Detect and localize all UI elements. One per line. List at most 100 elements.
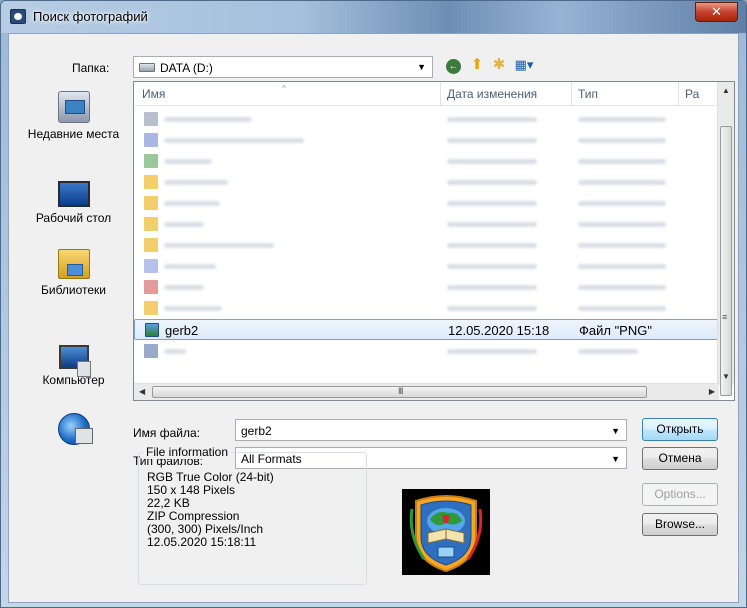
chevron-down-icon[interactable]: ▼ [611, 454, 620, 464]
blurred-text [447, 159, 537, 164]
column-size[interactable]: Ра [685, 87, 699, 101]
blurred-text [164, 159, 212, 164]
file-name-input[interactable]: gerb2 ▼ [235, 419, 627, 441]
file-icon [144, 344, 158, 358]
drive-icon [139, 63, 155, 72]
chevron-down-icon[interactable]: ▼ [611, 426, 620, 436]
horizontal-scroll-thumb[interactable]: III [152, 386, 647, 398]
blurred-text [164, 180, 228, 185]
horizontal-scrollbar[interactable]: ◀ III ▶ [134, 383, 719, 400]
list-item[interactable] [134, 214, 719, 235]
blurred-text [164, 201, 220, 206]
vertical-scroll-thumb[interactable] [720, 126, 732, 396]
list-item[interactable] [134, 298, 719, 319]
list-item[interactable] [134, 130, 719, 151]
blurred-text [164, 349, 186, 354]
blurred-text [164, 243, 274, 248]
list-item[interactable] [134, 256, 719, 277]
places-bar: Недавние места Рабочий стол Библиотеки К… [19, 83, 128, 445]
blurred-text [578, 285, 666, 290]
column-divider[interactable] [571, 82, 572, 106]
blurred-text [447, 306, 537, 311]
blurred-text [578, 159, 666, 164]
grip-icon: III [398, 386, 403, 396]
blurred-text [164, 264, 216, 269]
list-item[interactable] [134, 172, 719, 193]
column-type[interactable]: Тип [578, 87, 598, 101]
blurred-text [578, 180, 666, 185]
cancel-button[interactable]: Отмена [642, 447, 718, 470]
png-file-icon [145, 323, 159, 337]
blurred-text [447, 180, 537, 185]
file-list[interactable]: Имя ^ Дата изменения Тип Ра gerb2 12.05.… [133, 81, 735, 401]
list-item[interactable] [134, 277, 719, 298]
file-type: Файл "PNG" [579, 323, 652, 338]
libraries-icon [57, 249, 90, 279]
folder-icon [144, 175, 158, 189]
scroll-left-icon[interactable]: ◀ [139, 387, 145, 396]
up-folder-icon[interactable]: ⬆ [468, 56, 486, 74]
blurred-text [447, 285, 537, 290]
selected-file-row[interactable]: gerb2 12.05.2020 15:18 Файл "PNG" [134, 319, 719, 340]
blurred-text [578, 117, 666, 122]
new-folder-icon[interactable]: ✱ [490, 56, 508, 74]
recent-places-icon [57, 91, 90, 123]
grip-icon: ≡ [722, 312, 728, 322]
folder-select[interactable]: DATA (D:) ▼ [133, 56, 433, 78]
list-item[interactable] [134, 151, 719, 172]
blurred-text [578, 243, 666, 248]
browse-button[interactable]: Browse... [642, 513, 718, 536]
folder-icon [144, 196, 158, 210]
place-desktop[interactable]: Рабочий стол [19, 181, 128, 226]
blurred-text [164, 117, 252, 122]
place-label: Рабочий стол [35, 211, 112, 225]
folder-icon [144, 217, 158, 231]
folder-icon [144, 238, 158, 252]
title-bar[interactable]: Поиск фотографий ✕ [1, 1, 746, 33]
place-network[interactable] [19, 413, 128, 449]
blurred-text [164, 138, 304, 143]
column-header: Имя ^ Дата изменения Тип Ра [134, 82, 719, 106]
blurred-text [447, 201, 537, 206]
chevron-down-icon[interactable]: ▼ [417, 62, 426, 72]
close-button[interactable]: ✕ [695, 2, 738, 22]
list-item[interactable] [134, 235, 719, 256]
coat-of-arms-image [402, 489, 490, 575]
place-label: Библиотеки [40, 283, 106, 297]
scroll-down-icon[interactable]: ▼ [722, 372, 730, 381]
column-name[interactable]: Имя [142, 87, 165, 101]
app-icon [10, 9, 26, 24]
back-icon[interactable]: ← [446, 59, 461, 74]
blurred-text [578, 349, 638, 354]
list-item[interactable] [134, 109, 719, 130]
vertical-scrollbar[interactable]: ▲ ≡ ▼ [717, 82, 734, 396]
place-label: Компьютер [42, 373, 105, 387]
column-date[interactable]: Дата изменения [447, 87, 537, 101]
open-button[interactable]: Открыть [642, 418, 718, 441]
blurred-text [164, 285, 204, 290]
blurred-text [447, 117, 537, 122]
file-icon [144, 112, 158, 126]
column-divider[interactable] [678, 82, 679, 106]
blurred-text [578, 222, 666, 227]
blurred-text [447, 349, 537, 354]
file-dialog-window: Поиск фотографий ✕ Папка: DATA (D:) ▼ ← … [0, 0, 747, 608]
view-menu-icon[interactable]: ▦▾ [512, 56, 536, 74]
blurred-text [164, 222, 204, 227]
blurred-text [447, 138, 537, 143]
list-item[interactable] [134, 341, 719, 362]
blurred-text [447, 222, 537, 227]
file-info-lines: RGB True Color (24-bit) 150 x 148 Pixels… [147, 471, 274, 549]
file-date: 12.05.2020 15:18 [448, 323, 550, 338]
scroll-right-icon[interactable]: ▶ [709, 387, 715, 396]
column-divider[interactable] [440, 82, 441, 106]
file-info-title: File information [143, 445, 232, 459]
place-computer[interactable]: Компьютер [19, 345, 128, 388]
blurred-text [578, 201, 666, 206]
blurred-text [164, 306, 222, 311]
scroll-up-icon[interactable]: ▲ [722, 86, 730, 95]
place-libraries[interactable]: Библиотеки [19, 249, 128, 298]
place-recent[interactable]: Недавние места [19, 91, 128, 142]
list-item[interactable] [134, 193, 719, 214]
folder-value: DATA (D:) [160, 61, 213, 75]
